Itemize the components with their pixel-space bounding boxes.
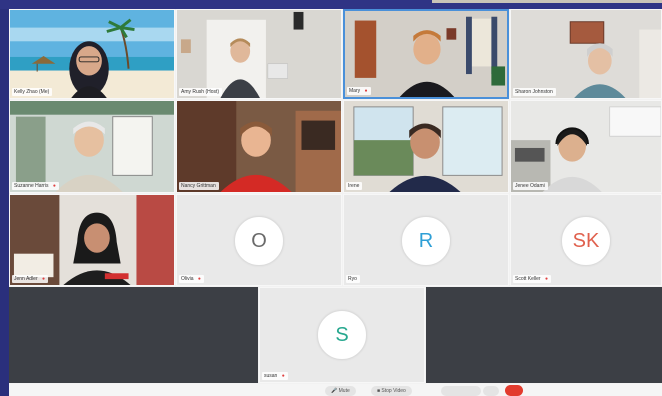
end-call-button[interactable] [505,385,523,396]
bedroom-background [10,195,174,285]
video-tile-scott-keller[interactable]: SK Scott Keller ● [510,194,662,286]
video-tile-irene[interactable]: Irene [343,100,509,193]
stop-video-button[interactable]: ■ Stop Video [371,386,412,396]
avatar-initials-susan: S [317,310,367,360]
share-button[interactable] [441,386,481,396]
mic-muted-icon: ● [42,276,46,282]
video-tile-jenee-odami[interactable]: Jenee Odami [510,100,662,193]
participant-name-tag: Amy Rush (Host) [179,88,223,96]
beach-background [10,10,174,98]
living-room-background [345,11,507,97]
participant-name-tag: Irene [346,182,363,190]
study-background [511,101,661,192]
video-tile-amy-rush[interactable]: Amy Rush (Host) [176,9,342,99]
den-background [177,101,341,192]
top-strip [432,0,662,3]
video-tile-nancy-grittman[interactable]: Nancy Grittman [176,100,342,193]
mute-button[interactable]: 🎤 Mute [325,386,356,396]
more-button[interactable] [483,386,499,396]
meeting-toolbar: 🎤 Mute ■ Stop Video [9,384,662,396]
porch-background [10,101,174,192]
participant-name-tag: Jenn Adler ● [12,275,49,283]
participant-name-tag: Kelly Zhao (Me) [12,88,53,96]
video-tile-sharon-johnston[interactable]: Sharon Johnston [510,9,662,99]
video-tile-mary[interactable]: Mary ● [343,9,509,99]
participant-name-tag: Suzanne Harris ● [12,182,59,190]
gallery-empty-right [426,287,662,383]
participant-name-tag: Mary ● [347,87,371,95]
avatar-initials-ryo: R [401,216,451,266]
participant-name-tag: Olivia ● [179,275,204,283]
participant-name-tag: Ryo [346,275,360,283]
microphone-icon: 🎤 [331,388,338,394]
video-tile-olivia[interactable]: O Olivia ● [176,194,342,286]
avatar-initials-scott-keller: SK [561,216,611,266]
avatar-initials-olivia: O [234,216,284,266]
participant-name-tag: Scott Keller ● [513,275,551,283]
gallery-empty-left [9,287,258,383]
wall-background [511,10,661,98]
mic-muted-icon: ● [197,276,201,282]
window-background [344,101,508,192]
office-background [177,10,341,98]
video-tile-susan[interactable]: S susan ● [259,287,425,383]
window-top-bar [0,0,662,9]
participant-name-tag: Jenee Odami [513,182,548,190]
video-tile-kelly-zhao[interactable]: Kelly Zhao (Me) [9,9,175,99]
video-tile-suzanne-harris[interactable]: Suzanne Harris ● [9,100,175,193]
mic-muted-icon: ● [281,373,285,379]
video-gallery: Kelly Zhao (Me) Amy Rush (Host) Mary ● S… [9,9,662,396]
mic-muted-icon: ● [544,276,548,282]
participant-name-tag: Nancy Grittman [179,182,219,190]
mic-muted-icon: ● [364,88,368,94]
mic-muted-icon: ● [52,183,56,189]
video-tile-ryo[interactable]: R Ryo [343,194,509,286]
participant-name-tag: Sharon Johnston [513,88,556,96]
video-tile-jenn-adler[interactable]: Jenn Adler ● [9,194,175,286]
participant-name-tag: susan ● [262,372,288,380]
camera-icon: ■ [377,388,381,394]
